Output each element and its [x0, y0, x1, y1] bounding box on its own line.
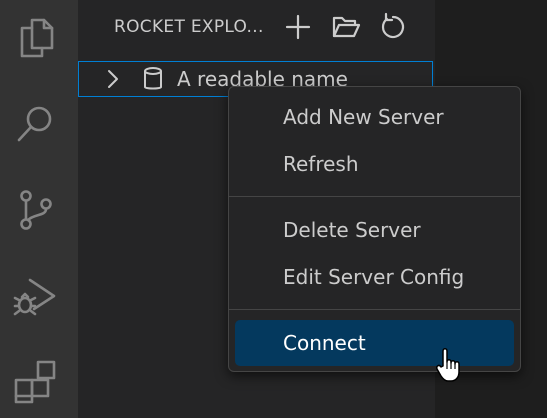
menu-item-edit-server-config[interactable]: Edit Server Config: [235, 254, 514, 300]
vscode-window: ROCKET EXPLO... A readable name Add New …: [0, 0, 547, 418]
sidebar-header: ROCKET EXPLO...: [78, 0, 435, 56]
menu-item-add-new-server[interactable]: Add New Server: [235, 94, 514, 140]
sidebar-title: ROCKET EXPLO...: [114, 17, 264, 37]
menu-separator: [229, 196, 520, 197]
refresh-icon[interactable]: [378, 12, 408, 42]
chevron-right-icon[interactable]: [103, 68, 123, 90]
explorer-icon[interactable]: [12, 14, 60, 62]
run-debug-icon[interactable]: [12, 272, 60, 320]
database-icon: [141, 66, 165, 92]
menu-item-refresh[interactable]: Refresh: [235, 141, 514, 187]
source-control-icon[interactable]: [12, 186, 60, 234]
open-folder-icon[interactable]: [331, 12, 361, 42]
extensions-icon[interactable]: [12, 358, 60, 406]
search-icon[interactable]: [12, 100, 60, 148]
context-menu: Add New Server Refresh Delete Server Edi…: [228, 86, 521, 372]
menu-separator: [229, 309, 520, 310]
hand-cursor-icon: [434, 346, 464, 384]
add-icon[interactable]: [283, 12, 313, 42]
menu-item-delete-server[interactable]: Delete Server: [235, 207, 514, 253]
menu-item-connect[interactable]: Connect: [235, 320, 514, 366]
activity-bar: [0, 0, 78, 418]
